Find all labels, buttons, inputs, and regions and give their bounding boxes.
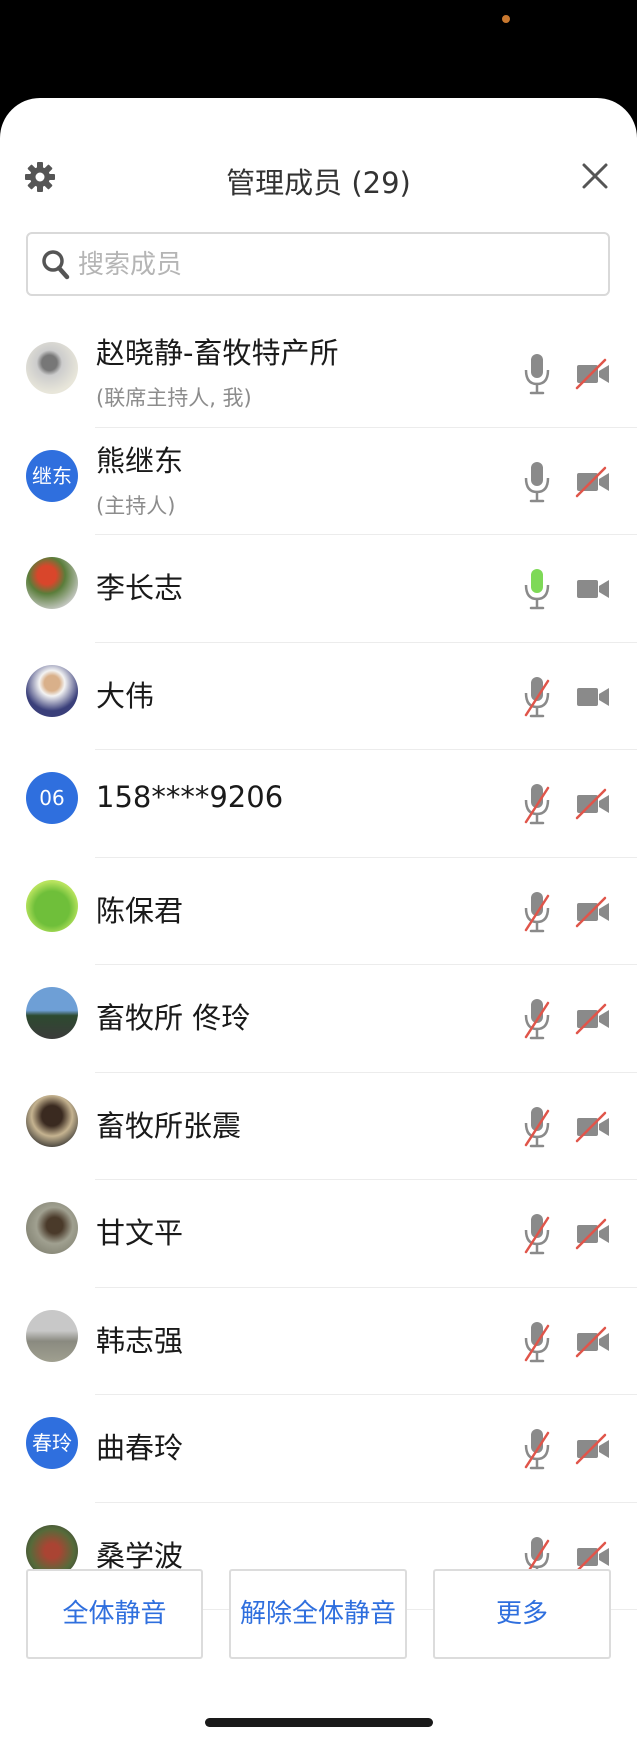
member-row[interactable]: 韩志强: [0, 1288, 637, 1395]
member-role: (联席主持人, 我): [96, 386, 252, 410]
member-name: 甘文平: [96, 1216, 184, 1250]
member-name: 韩志强: [96, 1323, 184, 1358]
member-row[interactable]: 继东 熊继东 (主持人): [0, 428, 637, 535]
member-row[interactable]: 赵晓静-畜牧特产所 (联席主持人, 我): [0, 320, 637, 428]
video-camera-icon[interactable]: [575, 1003, 611, 1035]
home-indicator: [205, 1718, 433, 1727]
video-camera-icon[interactable]: [575, 681, 611, 713]
camera-indicator-dot: [502, 15, 510, 23]
member-role: (主持人): [96, 493, 176, 518]
search-icon: [42, 250, 70, 280]
member-name: 曲春玲: [96, 1431, 184, 1465]
avatar: [26, 879, 78, 932]
video-camera-icon[interactable]: [575, 788, 611, 820]
member-row[interactable]: 畜牧所张震: [0, 1073, 637, 1180]
microphone-icon[interactable]: [522, 782, 552, 826]
avatar: 06: [26, 772, 78, 824]
microphone-icon[interactable]: [522, 997, 552, 1041]
video-camera-icon[interactable]: [575, 1111, 611, 1143]
member-name: 畜牧所张震: [96, 1108, 242, 1143]
sheet-header: 管理成员 (29): [0, 98, 637, 222]
microphone-icon[interactable]: [522, 460, 552, 504]
avatar: [26, 342, 78, 394]
avatar: 继东: [26, 449, 78, 502]
member-row[interactable]: 畜牧所 佟玲: [0, 965, 637, 1073]
search-box: [26, 232, 610, 296]
microphone-icon[interactable]: [522, 1105, 552, 1149]
video-camera-icon[interactable]: [575, 896, 611, 928]
member-row[interactable]: 大伟: [0, 643, 637, 750]
more-button[interactable]: 更多: [433, 1569, 611, 1659]
avatar: [26, 664, 78, 717]
avatar: [26, 987, 78, 1039]
manage-members-sheet: 管理成员 (29) 赵晓静-畜牧特产所 (联席主持人, 我) 继东熊继东 (主持人) 李…: [0, 98, 637, 1746]
video-camera-icon[interactable]: [575, 573, 611, 605]
member-row[interactable]: 春玲 曲春玲: [0, 1395, 637, 1503]
member-name: 李长志: [96, 571, 184, 605]
member-row[interactable]: 甘文平: [0, 1180, 637, 1288]
member-name: 赵晓静-畜牧特产所: [96, 336, 339, 370]
avatar: [26, 1094, 78, 1147]
avatar: [26, 557, 78, 609]
member-row[interactable]: 李长志: [0, 535, 637, 643]
avatar: [26, 1309, 78, 1362]
microphone-icon[interactable]: [522, 567, 552, 611]
member-name: 陈保君: [96, 893, 184, 928]
microphone-icon[interactable]: [522, 352, 552, 396]
member-row[interactable]: 陈保君: [0, 858, 637, 965]
microphone-icon[interactable]: [522, 1212, 552, 1256]
video-camera-icon[interactable]: [575, 1218, 611, 1250]
mute-all-button[interactable]: 全体静音: [26, 1569, 203, 1659]
microphone-icon[interactable]: [522, 675, 552, 719]
microphone-icon[interactable]: [522, 1320, 552, 1364]
member-row[interactable]: 06 158****9206: [0, 750, 637, 858]
member-name: 158****9206: [96, 780, 284, 814]
video-camera-icon[interactable]: [575, 1541, 611, 1573]
search-input[interactable]: [76, 234, 600, 296]
member-list: 赵晓静-畜牧特产所 (联席主持人, 我) 继东 熊继东 (主持人) 李长志大伟 06 158*…: [0, 320, 637, 1652]
close-icon[interactable]: [580, 161, 610, 191]
video-camera-icon[interactable]: [575, 466, 611, 498]
page-title: 管理成员 (29): [226, 166, 411, 200]
video-camera-icon[interactable]: [575, 1433, 611, 1465]
member-name: 熊继东: [96, 443, 184, 478]
microphone-icon[interactable]: [522, 1427, 552, 1471]
member-name: 大伟: [96, 678, 155, 713]
unmute-all-button[interactable]: 解除全体静音: [229, 1569, 407, 1659]
avatar: 春玲: [26, 1417, 78, 1469]
avatar: [26, 1202, 78, 1254]
microphone-icon[interactable]: [522, 890, 552, 934]
video-camera-icon[interactable]: [575, 358, 611, 390]
video-camera-icon[interactable]: [575, 1326, 611, 1358]
member-name: 畜牧所 佟玲: [96, 1001, 251, 1035]
